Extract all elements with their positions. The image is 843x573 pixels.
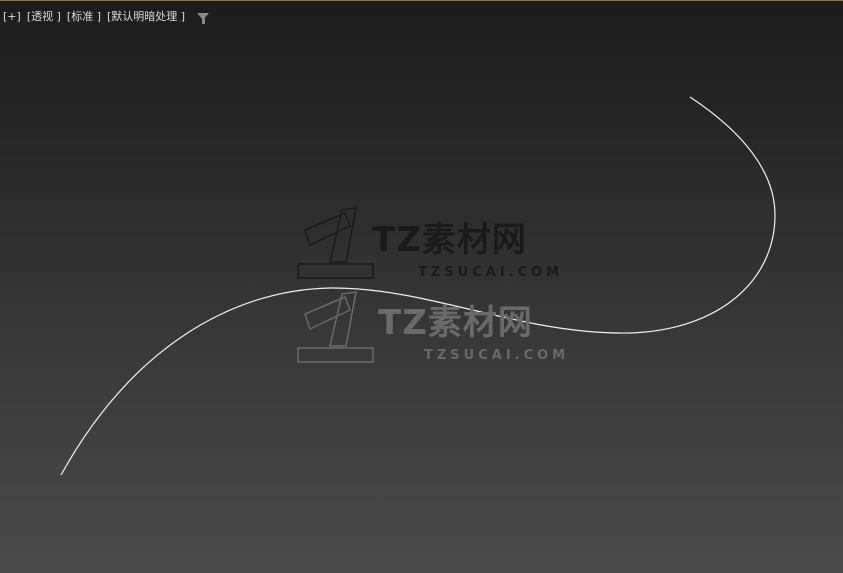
watermark-logo-icon: [297, 207, 374, 279]
watermark-title: TZ素材网: [372, 220, 527, 260]
watermark-title: TZ素材网: [378, 303, 533, 343]
watermark: TZ素材网 TZSUCAI.COM: [378, 295, 569, 363]
watermark-url: TZSUCAI.COM: [424, 348, 570, 363]
watermark-url: TZSUCAI.COM: [418, 265, 564, 280]
spline-curve[interactable]: [60, 96, 776, 476]
watermark: TZ素材网 TZSUCAI.COM: [372, 212, 563, 280]
watermark-logo-icon: [297, 291, 374, 363]
viewport-canvas[interactable]: [0, 0, 843, 573]
